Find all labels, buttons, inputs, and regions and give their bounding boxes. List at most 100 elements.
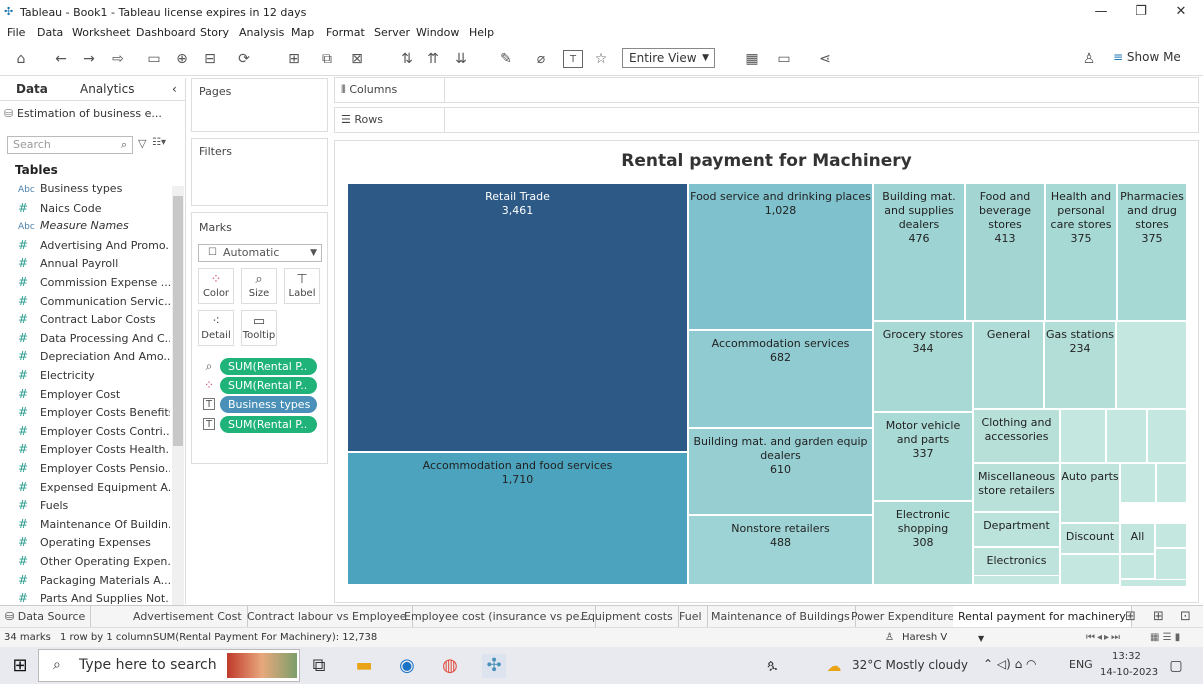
taskbar-search-input[interactable]: ⌕ Type here to search	[38, 649, 300, 682]
menu-worksheet[interactable]: Worksheet	[72, 26, 130, 39]
tab-data[interactable]: Data	[16, 82, 48, 96]
forward-icon[interactable]: →	[80, 50, 98, 68]
field-item[interactable]: # Employer Costs Pensio...	[18, 461, 170, 479]
clear-sheet-icon[interactable]: ⊠	[346, 50, 368, 68]
tray-icons[interactable]: ⌃ ◁) ⌂ ◠	[983, 657, 1037, 671]
tab-analytics[interactable]: Analytics	[80, 82, 135, 96]
collapse-pane-icon[interactable]: ‹	[172, 82, 177, 96]
treemap-cell-small[interactable]	[1060, 554, 1120, 585]
field-item[interactable]: # Data Processing And C...	[18, 331, 170, 349]
duplicate-icon[interactable]: ⧉	[318, 50, 336, 68]
treemap-cell[interactable]: Food service and drinking places 1,028	[688, 183, 873, 330]
treemap-cell[interactable]: Electronic shopping 308	[873, 501, 973, 585]
fix-axes-icon[interactable]: ☆	[592, 50, 610, 68]
size-pill[interactable]: SUM(Rental P..	[220, 358, 317, 375]
treemap-cell[interactable]: All	[1120, 523, 1155, 554]
field-item[interactable]: # Contract Labor Costs	[18, 312, 170, 330]
field-item[interactable]: # Communication Servic...	[18, 294, 170, 312]
minimize-button[interactable]: —	[1083, 2, 1119, 22]
restore-button[interactable]: ❐	[1123, 2, 1159, 22]
new-datasource-icon[interactable]: ⊕	[173, 50, 191, 68]
treemap-cell[interactable]: Retail Trade 3,461	[347, 183, 688, 452]
clock-date[interactable]: 14-10-2023	[1100, 667, 1158, 678]
tableau-taskbar-icon[interactable]: ✣	[482, 654, 506, 678]
show-cards-icon[interactable]: ▦	[738, 50, 766, 68]
label-button[interactable]: ⊤ Label	[284, 268, 320, 304]
field-item[interactable]: # Electricity	[18, 368, 170, 386]
sheet-nav-icons[interactable]: ⏮◂▸⏭	[1086, 632, 1122, 643]
field-item[interactable]: # Operating Expenses	[18, 535, 170, 553]
business-types-pill[interactable]: Business types	[220, 396, 317, 413]
presentation-icon[interactable]: ▭	[775, 50, 793, 68]
pause-updates-icon[interactable]: ⊟	[199, 50, 221, 68]
field-item[interactable]: # Employer Costs Benefits	[18, 405, 170, 423]
treemap-cell-small[interactable]	[1156, 463, 1187, 503]
treemap-cell[interactable]: Gas stations 234	[1044, 321, 1116, 409]
treemap-cell-small[interactable]	[1060, 409, 1106, 463]
label-measure-pill[interactable]: SUM(Rental P..	[220, 416, 317, 433]
notifications-icon[interactable]: ▢	[1164, 654, 1188, 678]
view-options-icon[interactable]: ☷▾	[152, 137, 166, 148]
show-me-button[interactable]: ≡ Show Me	[1113, 50, 1181, 64]
field-item[interactable]: # Expensed Equipment A...	[18, 480, 170, 498]
tab-employee-cost[interactable]: Employee cost (insurance vs pe...	[399, 606, 596, 627]
new-dashboard-icon[interactable]: ⊞	[1153, 609, 1164, 624]
field-item[interactable]: # Naics Code	[18, 201, 170, 219]
field-item[interactable]: # Employer Costs Health...	[18, 442, 170, 460]
menu-server[interactable]: Server	[374, 26, 410, 39]
tab-advertisement-cost[interactable]: Advertisement Cost	[128, 606, 248, 627]
treemap-cell-small[interactable]	[1147, 409, 1187, 463]
new-worksheet-icon[interactable]: ⊞	[1125, 609, 1136, 624]
weather-text[interactable]: 32°C Mostly cloudy	[852, 658, 968, 672]
color-pill[interactable]: SUM(Rental P..	[220, 377, 317, 394]
menu-window[interactable]: Window	[416, 26, 459, 39]
menu-data[interactable]: Data	[37, 26, 63, 39]
redo-icon[interactable]: ⇨	[107, 50, 129, 68]
home-icon[interactable]: ⌂	[12, 50, 30, 68]
field-list-scrollbar[interactable]	[172, 186, 184, 606]
field-item[interactable]: # Employer Costs Contri...	[18, 424, 170, 442]
tab-data-source[interactable]: ⛁ Data Source	[0, 606, 92, 627]
field-item[interactable]: # Depreciation And Amo...	[18, 349, 170, 367]
back-icon[interactable]: ←	[52, 50, 70, 68]
search-input[interactable]: Search ⌕	[7, 136, 133, 154]
menu-help[interactable]: Help	[469, 26, 494, 39]
tab-rental-payment[interactable]: Rental payment for machinery	[953, 606, 1132, 627]
group-icon[interactable]: ⌀	[530, 50, 552, 68]
share-icon[interactable]: ⋖	[816, 50, 834, 68]
rows-shelf[interactable]: ☰ Rows	[334, 107, 1199, 133]
edge-icon[interactable]: ◉	[395, 654, 419, 678]
field-item[interactable]: # Annual Payroll	[18, 256, 170, 274]
treemap-cell[interactable]: General	[973, 321, 1044, 409]
treemap-cell-small[interactable]	[1106, 409, 1147, 463]
treemap-cell-small[interactable]	[1155, 523, 1187, 548]
field-item[interactable]: # Packaging Materials A...	[18, 573, 170, 591]
close-button[interactable]: ✕	[1163, 2, 1199, 22]
clock-time[interactable]: 13:32	[1112, 651, 1141, 662]
field-item[interactable]: Abc Measure Names	[18, 219, 170, 237]
treemap-cell[interactable]: Pharmacies and drug stores 375	[1117, 183, 1187, 321]
treemap-cell[interactable]: Accommodation and food services 1,710	[347, 452, 688, 585]
treemap-cell[interactable]: Grocery stores 344	[873, 321, 973, 412]
field-item[interactable]: # Commission Expense ...	[18, 275, 170, 293]
treemap-cell-small[interactable]	[973, 575, 1060, 585]
field-item[interactable]: # Advertising And Promo...	[18, 238, 170, 256]
menu-file[interactable]: File	[7, 26, 25, 39]
treemap-cell[interactable]: Building mat. and supplies dealers 476	[873, 183, 965, 321]
sheet-view-icons[interactable]: ▦ ☰ ▮	[1150, 632, 1180, 643]
treemap-cell-small[interactable]	[1120, 463, 1156, 503]
highlight-icon[interactable]: ✎	[495, 50, 517, 68]
scroll-thumb[interactable]	[173, 196, 183, 446]
fit-view-select[interactable]: Entire View ▼	[622, 48, 715, 68]
field-item[interactable]: # Fuels	[18, 498, 170, 516]
windows-start-icon[interactable]: ⊞	[8, 654, 32, 678]
save-icon[interactable]: ▭	[145, 50, 163, 68]
file-explorer-icon[interactable]: ▬	[352, 654, 376, 678]
treemap-cell[interactable]: Building mat. and garden equip dealers 61…	[688, 428, 873, 515]
tab-contract-labour[interactable]: Contract labour vs Employee	[242, 606, 413, 627]
treemap-cell[interactable]: Nonstore retailers 488	[688, 515, 873, 585]
treemap-cell-small[interactable]	[1120, 579, 1187, 587]
treemap-cell[interactable]: Motor vehicle and parts 337	[873, 412, 973, 501]
refresh-icon[interactable]: ⟳	[233, 50, 255, 68]
tab-equipment-costs[interactable]: Equipment costs	[576, 606, 679, 627]
